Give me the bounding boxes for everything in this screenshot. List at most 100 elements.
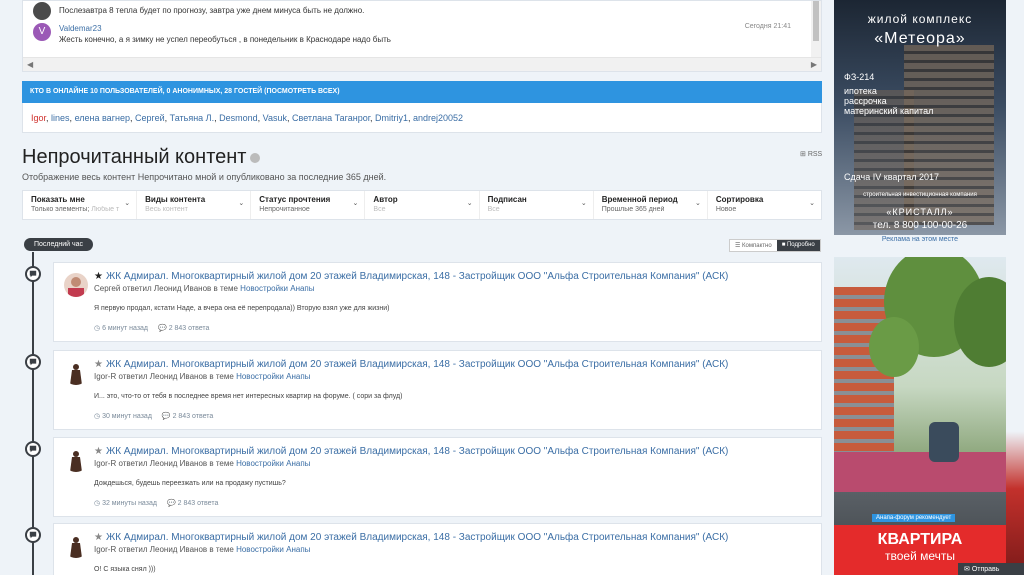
- chat-scrollbar-horizontal[interactable]: ◀ ▶: [23, 57, 821, 71]
- topic-title-link[interactable]: ★ ЖК Адмирал. Многоквартирный жилой дом 2…: [94, 359, 728, 370]
- post-time[interactable]: ◷ 6 минут назад: [94, 324, 148, 332]
- avatar[interactable]: V: [33, 23, 51, 41]
- online-user-link[interactable]: Dmitriy1: [375, 113, 408, 123]
- filter-dropdown[interactable]: Подписан Все ⌄: [480, 191, 594, 219]
- topic-title-link[interactable]: ★ ЖК Адмирал. Многоквартирный жилой дом 2…: [94, 532, 728, 543]
- filter-dropdown[interactable]: Показать мне Только элементы; Любые т ⌄: [23, 191, 138, 219]
- chevron-down-icon: ⌄: [124, 200, 131, 207]
- chevron-down-icon: ⌄: [580, 200, 587, 207]
- filter-value: Все: [373, 206, 386, 213]
- avatar[interactable]: [64, 361, 88, 385]
- filter-value: Прошлые 365 дней: [601, 206, 665, 213]
- online-user-link[interactable]: Сергей: [135, 113, 165, 123]
- ad-caption-link[interactable]: Реклама на этом месте: [834, 236, 1006, 243]
- rss-link[interactable]: ⊞ RSS: [800, 150, 822, 158]
- activity-subline: Igor-R ответил Леонид Иванов в теме Ново…: [94, 459, 311, 468]
- filter-value: Весь контент: [145, 206, 188, 213]
- filter-label: Сортировка: [715, 195, 764, 204]
- activity-item: ★ ЖК Адмирал. Многоквартирный жилой дом 2…: [53, 523, 822, 575]
- filter-label: Подписан: [487, 195, 527, 204]
- filter-label: Автор: [373, 195, 398, 204]
- ad-developer-desc: строительная инвестиционная компания: [863, 192, 977, 198]
- forum-link[interactable]: Новостройки Анапы: [236, 545, 310, 554]
- scroll-right-icon[interactable]: ▶: [811, 60, 817, 69]
- topic-title-link[interactable]: ★ ЖК Адмирал. Многоквартирный жилой дом 2…: [94, 271, 728, 282]
- post-snippet: Я первую продал, кстати Наде, а вчера он…: [94, 305, 390, 312]
- chevron-down-icon: ⌄: [809, 200, 815, 207]
- ad-line: ипотека: [844, 86, 877, 96]
- ad-phone: тел. 8 800 100-00-26: [872, 220, 968, 231]
- online-user-link[interactable]: lines: [51, 113, 70, 123]
- avatar[interactable]: [64, 534, 88, 558]
- chat-message: V Valdemar23 Жесть конечно, а я зимку не…: [33, 23, 811, 45]
- activity-item: ★ ЖК Адмирал. Многоквартирный жилой дом 2…: [53, 262, 822, 342]
- star-icon[interactable]: ★: [94, 271, 103, 282]
- online-user-link[interactable]: Vasuk: [263, 113, 287, 123]
- post-time[interactable]: ◷ 30 минут назад: [94, 412, 152, 420]
- avatar[interactable]: [33, 2, 51, 20]
- post-time[interactable]: ◷ 32 минуты назад: [94, 499, 157, 507]
- ad-line: материнский капитал: [844, 106, 934, 116]
- ad-title: жилой комплекс: [867, 12, 973, 26]
- side-decoration: [1006, 0, 1024, 575]
- filter-bar: Показать мне Только элементы; Любые т ⌄ Вид…: [22, 190, 822, 220]
- online-user-link[interactable]: елена вагнер: [75, 113, 130, 123]
- forum-link[interactable]: Новостройки Анапы: [240, 284, 314, 293]
- filter-label: Статус прочтения: [259, 195, 331, 204]
- chat-author[interactable]: Valdemar23: [59, 23, 391, 34]
- filter-dropdown[interactable]: Временной период Прошлые 365 дней ⌄: [594, 191, 708, 219]
- chat-timestamp: Сегодня 21:41: [744, 23, 791, 30]
- chevron-down-icon: ⌄: [694, 200, 701, 207]
- ad-meteora[interactable]: жилой комплекс «Метеора» ФЗ-214 ипотека …: [834, 0, 1006, 235]
- activity-subline: Igor-R ответил Леонид Иванов в теме Ново…: [94, 545, 311, 554]
- filter-dropdown[interactable]: Автор Все ⌄: [365, 191, 480, 219]
- ad-banner-title: КВАРТИРА: [877, 531, 963, 548]
- filter-value: Непрочитанное: [259, 206, 310, 213]
- online-header[interactable]: КТО В ОНЛАЙНЕ 10 ПОЛЬЗОВАТЕЛЕЙ, 0 АНОНИМ…: [22, 81, 822, 103]
- ad-name: «Метеора»: [874, 30, 966, 47]
- online-user-link[interactable]: Desmond: [219, 113, 258, 123]
- replies-count[interactable]: 💬 2 843 ответа: [162, 412, 213, 420]
- chat-message-text: Жесть конечно, а я зимку не успел переоб…: [59, 35, 391, 44]
- ad-image-park[interactable]: [834, 257, 1006, 492]
- chevron-down-icon: ⌄: [238, 200, 245, 207]
- filter-label: Показать мне: [31, 195, 85, 204]
- time-group-label: Последний час: [24, 238, 94, 251]
- ad-deadline: Сдача IV квартал 2017: [844, 172, 939, 182]
- avatar[interactable]: [64, 273, 88, 297]
- replies-count[interactable]: 💬 2 843 ответа: [167, 499, 218, 507]
- forum-link[interactable]: Новостройки Анапы: [236, 459, 310, 468]
- comment-icon: [25, 527, 41, 543]
- filter-dropdown[interactable]: Виды контента Весь контент ⌄: [137, 191, 252, 219]
- page-title: Непрочитанный контент: [22, 146, 261, 169]
- chat-scrollbar-vertical[interactable]: [811, 1, 821, 59]
- online-user-link[interactable]: Татьяна Л.: [170, 113, 214, 123]
- chat-open-button[interactable]: ✉ Отправь: [958, 563, 1024, 575]
- chat-message: Послезавтра 8 тепла будет по прогнозу, з…: [33, 2, 811, 20]
- view-compact-button[interactable]: ☰ Компактно: [730, 240, 777, 251]
- post-snippet: Дождешься, будешь переезжать или на прод…: [94, 480, 286, 487]
- filter-dropdown[interactable]: Сортировка Новое ⌄: [708, 191, 821, 219]
- star-icon[interactable]: ★: [94, 532, 103, 543]
- topic-title-link[interactable]: ★ ЖК Адмирал. Многоквартирный жилой дом 2…: [94, 446, 728, 457]
- online-users-list: Igor, lines, елена вагнер, Сергей, Татья…: [22, 103, 822, 133]
- star-icon[interactable]: ★: [94, 446, 103, 457]
- chat-message-text: Послезавтра 8 тепла будет по прогнозу, з…: [59, 6, 365, 15]
- scroll-left-icon[interactable]: ◀: [27, 60, 33, 69]
- chevron-down-icon: ⌄: [352, 200, 359, 207]
- online-user-link[interactable]: andrej20052: [413, 113, 463, 123]
- ad-developer: «КРИСТАЛЛ»: [886, 207, 954, 217]
- online-user-link[interactable]: Светлана Таганрог: [292, 113, 370, 123]
- filter-dropdown[interactable]: Статус прочтения Непрочитанное ⌄: [251, 191, 366, 219]
- follow-icon[interactable]: [250, 152, 261, 163]
- forum-link[interactable]: Новостройки Анапы: [236, 372, 310, 381]
- ad-line: рассрочка: [844, 96, 887, 106]
- view-toggle: ☰ Компактно ■ Подробно: [729, 239, 821, 252]
- online-user-link[interactable]: Igor: [31, 113, 46, 123]
- replies-count[interactable]: 💬 2 843 ответа: [158, 324, 209, 332]
- view-detailed-button[interactable]: ■ Подробно: [776, 240, 820, 251]
- avatar[interactable]: [64, 448, 88, 472]
- star-icon[interactable]: ★: [94, 359, 103, 370]
- filter-value: Все: [487, 206, 500, 213]
- page-title-text: Непрочитанный контент: [22, 146, 247, 168]
